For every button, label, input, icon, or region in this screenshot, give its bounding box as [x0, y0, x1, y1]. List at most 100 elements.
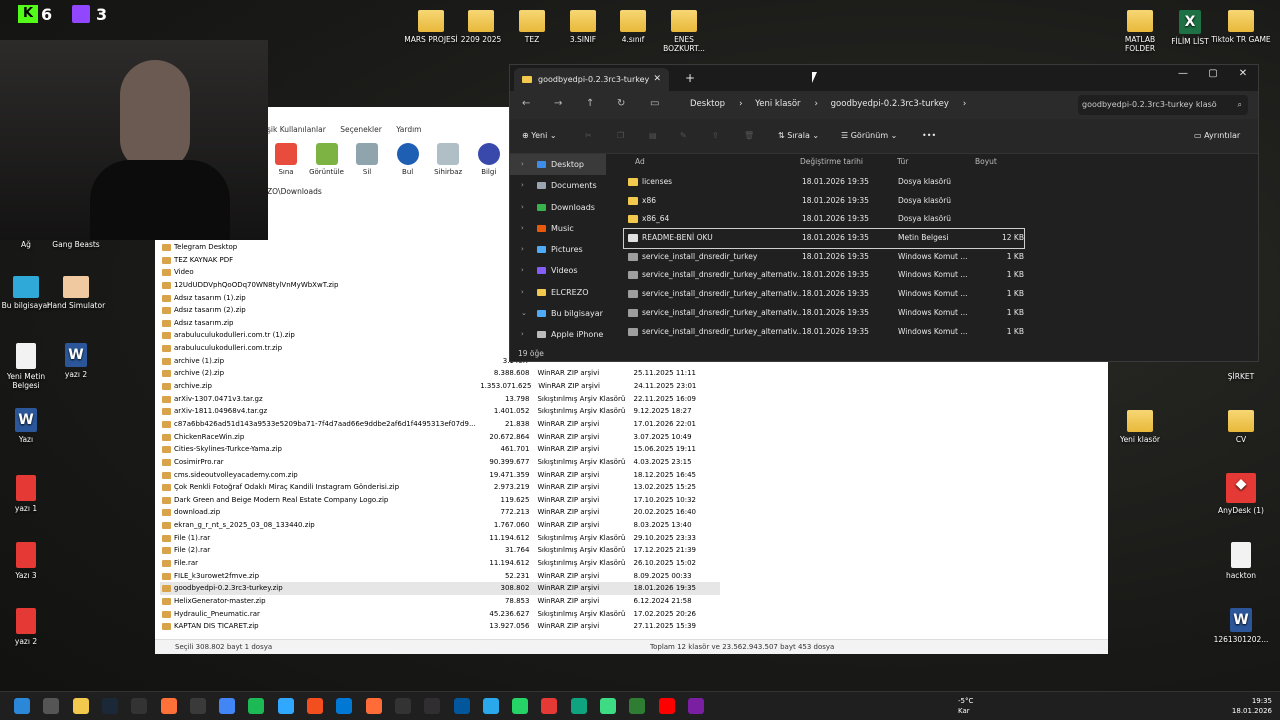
desktop-icon-yazi2-word[interactable]: Wyazı 2 [46, 343, 106, 379]
list-item[interactable]: service_install_dnsredir_turkey_alternat… [624, 266, 1024, 285]
new-button[interactable]: ⊕ Yeni ⌄ [522, 131, 557, 140]
vscode-icon[interactable] [336, 698, 353, 714]
share-icon[interactable]: ⇪ [712, 131, 719, 140]
chevron-icon[interactable]: › [521, 282, 524, 303]
column-name[interactable]: Ad [635, 157, 645, 166]
chevron-icon[interactable]: › [521, 324, 524, 345]
desktop-icon-gang-beasts[interactable]: Gang Beasts [46, 240, 106, 249]
sidebar-item-pictures[interactable]: › Pictures [510, 239, 610, 260]
youtube-icon[interactable] [658, 698, 675, 714]
table-row[interactable]: Cities-Skylines-Turkce-Yama.zip 461.701 Wi… [160, 443, 720, 456]
breadcrumb-yeni-klasor[interactable]: Yeni klasör [755, 99, 800, 109]
desktop-icon-word-file[interactable]: W 1261301202... [1211, 608, 1271, 644]
flutter-icon[interactable] [453, 698, 470, 714]
table-row[interactable]: archive (2).zip 8.388.608 WinRAR ZIP arşiv… [160, 367, 720, 380]
photoshop-icon[interactable] [277, 698, 294, 714]
sidebar-item-music[interactable]: › Music [510, 218, 610, 239]
table-row[interactable]: File.rar 11.194.612 Sıkıştırılmış Arşiv Kl… [160, 557, 720, 570]
winrar-path[interactable]: ZO\Downloads [267, 187, 322, 196]
weather-widget[interactable]: -5°C Kar [958, 696, 973, 716]
desktop-icon-yeni-klasor[interactable]: Yeni klasör [1110, 410, 1170, 444]
sidebar-item-apple-iphone[interactable]: › Apple iPhone [510, 324, 610, 345]
obs-studio-icon[interactable] [424, 698, 441, 714]
more-button[interactable]: ••• [922, 131, 936, 140]
epic-icon[interactable] [394, 698, 411, 714]
view-button[interactable]: ☰ Görünüm ⌄ [841, 131, 897, 140]
table-row[interactable]: FILE_k3urowet2fmve.zip 52.231 WinRAR ZIP a… [160, 570, 720, 583]
sidebar-item-desktop[interactable]: › Desktop [510, 154, 606, 176]
postman-icon[interactable] [365, 698, 382, 714]
view-button[interactable]: Görüntüle [308, 143, 346, 176]
chevron-icon[interactable]: › [521, 239, 524, 260]
telegram-icon[interactable] [482, 698, 499, 714]
column-date[interactable]: Değiştirme tarihi [800, 157, 863, 166]
list-item[interactable]: service_install_dnsredir_turkey_alternat… [624, 323, 1024, 342]
table-row[interactable]: c87a6bb426ad51d143a9533e5209ba71-7f4d7aa… [160, 418, 720, 431]
table-row[interactable]: goodbyedpi-0.2.3rc3-turkey.zip 308.802 Win… [160, 582, 720, 595]
refresh-icon[interactable]: ↻ [617, 98, 625, 109]
table-row[interactable]: download.zip 772.213 WinRAR ZIP arşivi 20.0… [160, 506, 720, 519]
table-row[interactable]: ekran_g_r_nt_s_2025_03_08_133440.zip 1.76… [160, 519, 720, 532]
task-view-icon[interactable] [43, 698, 60, 714]
chevron-icon[interactable]: › [521, 175, 524, 196]
paste-icon[interactable]: ▤ [649, 131, 657, 140]
delete-button[interactable]: Sil [348, 143, 386, 176]
forward-arrow-icon[interactable]: → [554, 98, 562, 109]
list-item[interactable]: service_install_dnsredir_turkey_alternat… [624, 304, 1024, 323]
table-row[interactable]: cms.sideoutvolleyacademy.com.zip 19.471.3… [160, 469, 720, 482]
list-item[interactable]: service_install_dnsredir_turkey_alternat… [624, 285, 1024, 304]
desktop-icon-cv[interactable]: CV [1211, 410, 1271, 444]
table-row[interactable]: ChickenRaceWin.zip 20.672.864 WinRAR ZIP a… [160, 431, 720, 444]
chevron-icon[interactable]: › [521, 218, 524, 239]
sidebar-item-videos[interactable]: › Videos [510, 260, 610, 281]
winrar-icon[interactable] [687, 698, 704, 714]
rename-icon[interactable]: ✎ [680, 131, 687, 140]
maximize-button[interactable]: ▢ [1198, 65, 1228, 83]
new-tab-button[interactable]: + [685, 68, 695, 88]
spotify-icon[interactable] [248, 698, 265, 714]
list-item[interactable]: README-BENİ OKU 18.01.2026 19:35 Metin Bel… [623, 228, 1025, 249]
table-row[interactable]: arXiv-1307.0471v3.tar.gz 13.798 Sıkıştırıl… [160, 393, 720, 406]
table-row[interactable]: File (1).rar 11.194.612 Sıkıştırılmış Arşi… [160, 532, 720, 545]
whatsapp-icon[interactable] [512, 698, 529, 714]
menu-options[interactable]: Seçenekler [340, 125, 382, 134]
breadcrumb-desktop[interactable]: Desktop [690, 99, 725, 109]
chevron-icon[interactable]: › [521, 260, 524, 281]
list-item[interactable]: x86 18.01.2026 19:35 Dosya klasörü [624, 192, 1024, 211]
test-button[interactable]: Sına [267, 143, 305, 176]
table-row[interactable]: HelixGenerator-master.zip 78.853 WinRAR ZI… [160, 595, 720, 608]
reaper-icon[interactable] [189, 698, 206, 714]
windows-start-icon[interactable] [14, 698, 30, 714]
android-studio-icon[interactable] [600, 698, 616, 714]
wizard-button[interactable]: Sihirbaz [429, 143, 467, 176]
table-row[interactable]: Hydraulic_Pneumatic.rar 45.236.627 Sıkıştı… [160, 608, 720, 621]
menu-favorites[interactable]: şik Kullanılanlar [267, 125, 326, 134]
sidebar-item-elcrezo[interactable]: › ELCREZO [510, 282, 610, 303]
search-input[interactable]: goodbyedpi-0.2.3rc3-turkey klasö ⌕ [1078, 95, 1248, 115]
chevron-icon[interactable]: › [521, 197, 524, 218]
table-row[interactable]: File (2).rar 31.764 Sıkıştırılmış Arşiv Kl… [160, 544, 720, 557]
acrobat-icon[interactable] [541, 698, 558, 714]
obs-icon[interactable] [131, 698, 148, 714]
chatgpt-icon[interactable] [570, 698, 587, 714]
sidebar-item-bu-bilgisayar[interactable]: ⌄ Bu bilgisayar [510, 303, 610, 324]
desktop-icon-sirket[interactable]: ŞİRKET [1211, 372, 1271, 381]
clock[interactable]: 19:35 18.01.2026 [1232, 696, 1272, 716]
close-tab-icon[interactable]: ✕ [653, 68, 661, 91]
up-arrow-icon[interactable]: ↑ [586, 98, 594, 109]
list-item[interactable]: x86_64 18.01.2026 19:35 Dosya klasörü [624, 210, 1024, 229]
table-row[interactable]: archive.zip 1.353.071.625 WinRAR ZIP arşiv… [160, 380, 720, 393]
file-explorer-icon[interactable] [72, 698, 89, 714]
desktop-icon-anydesk[interactable]: ◆ AnyDesk (1) [1211, 473, 1271, 515]
desktop-icon-yazi1-pdf[interactable]: yazı 1 [0, 475, 56, 513]
table-row[interactable]: Dark Green and Beige Modern Real Estate … [160, 494, 720, 507]
info-button[interactable]: Bilgi [470, 143, 508, 176]
table-row[interactable]: arXiv-1811.04968v4.tar.gz 1.401.052 Sıkışt… [160, 405, 720, 418]
table-row[interactable]: Çok Renkli Fotoğraf Odaklı Miraç Kandili… [160, 481, 720, 494]
list-item[interactable]: licenses 18.01.2026 19:35 Dosya klasörü [624, 173, 1024, 192]
table-row[interactable]: KAPTAN DIS TICARET.zip 13.927.056 WinRAR Z… [160, 620, 720, 633]
desktop-icon-yazi-word[interactable]: W Yazı [0, 408, 56, 444]
find-button[interactable]: Bul [389, 143, 427, 176]
figma-icon[interactable] [307, 698, 323, 714]
column-type[interactable]: Tür [897, 157, 908, 166]
